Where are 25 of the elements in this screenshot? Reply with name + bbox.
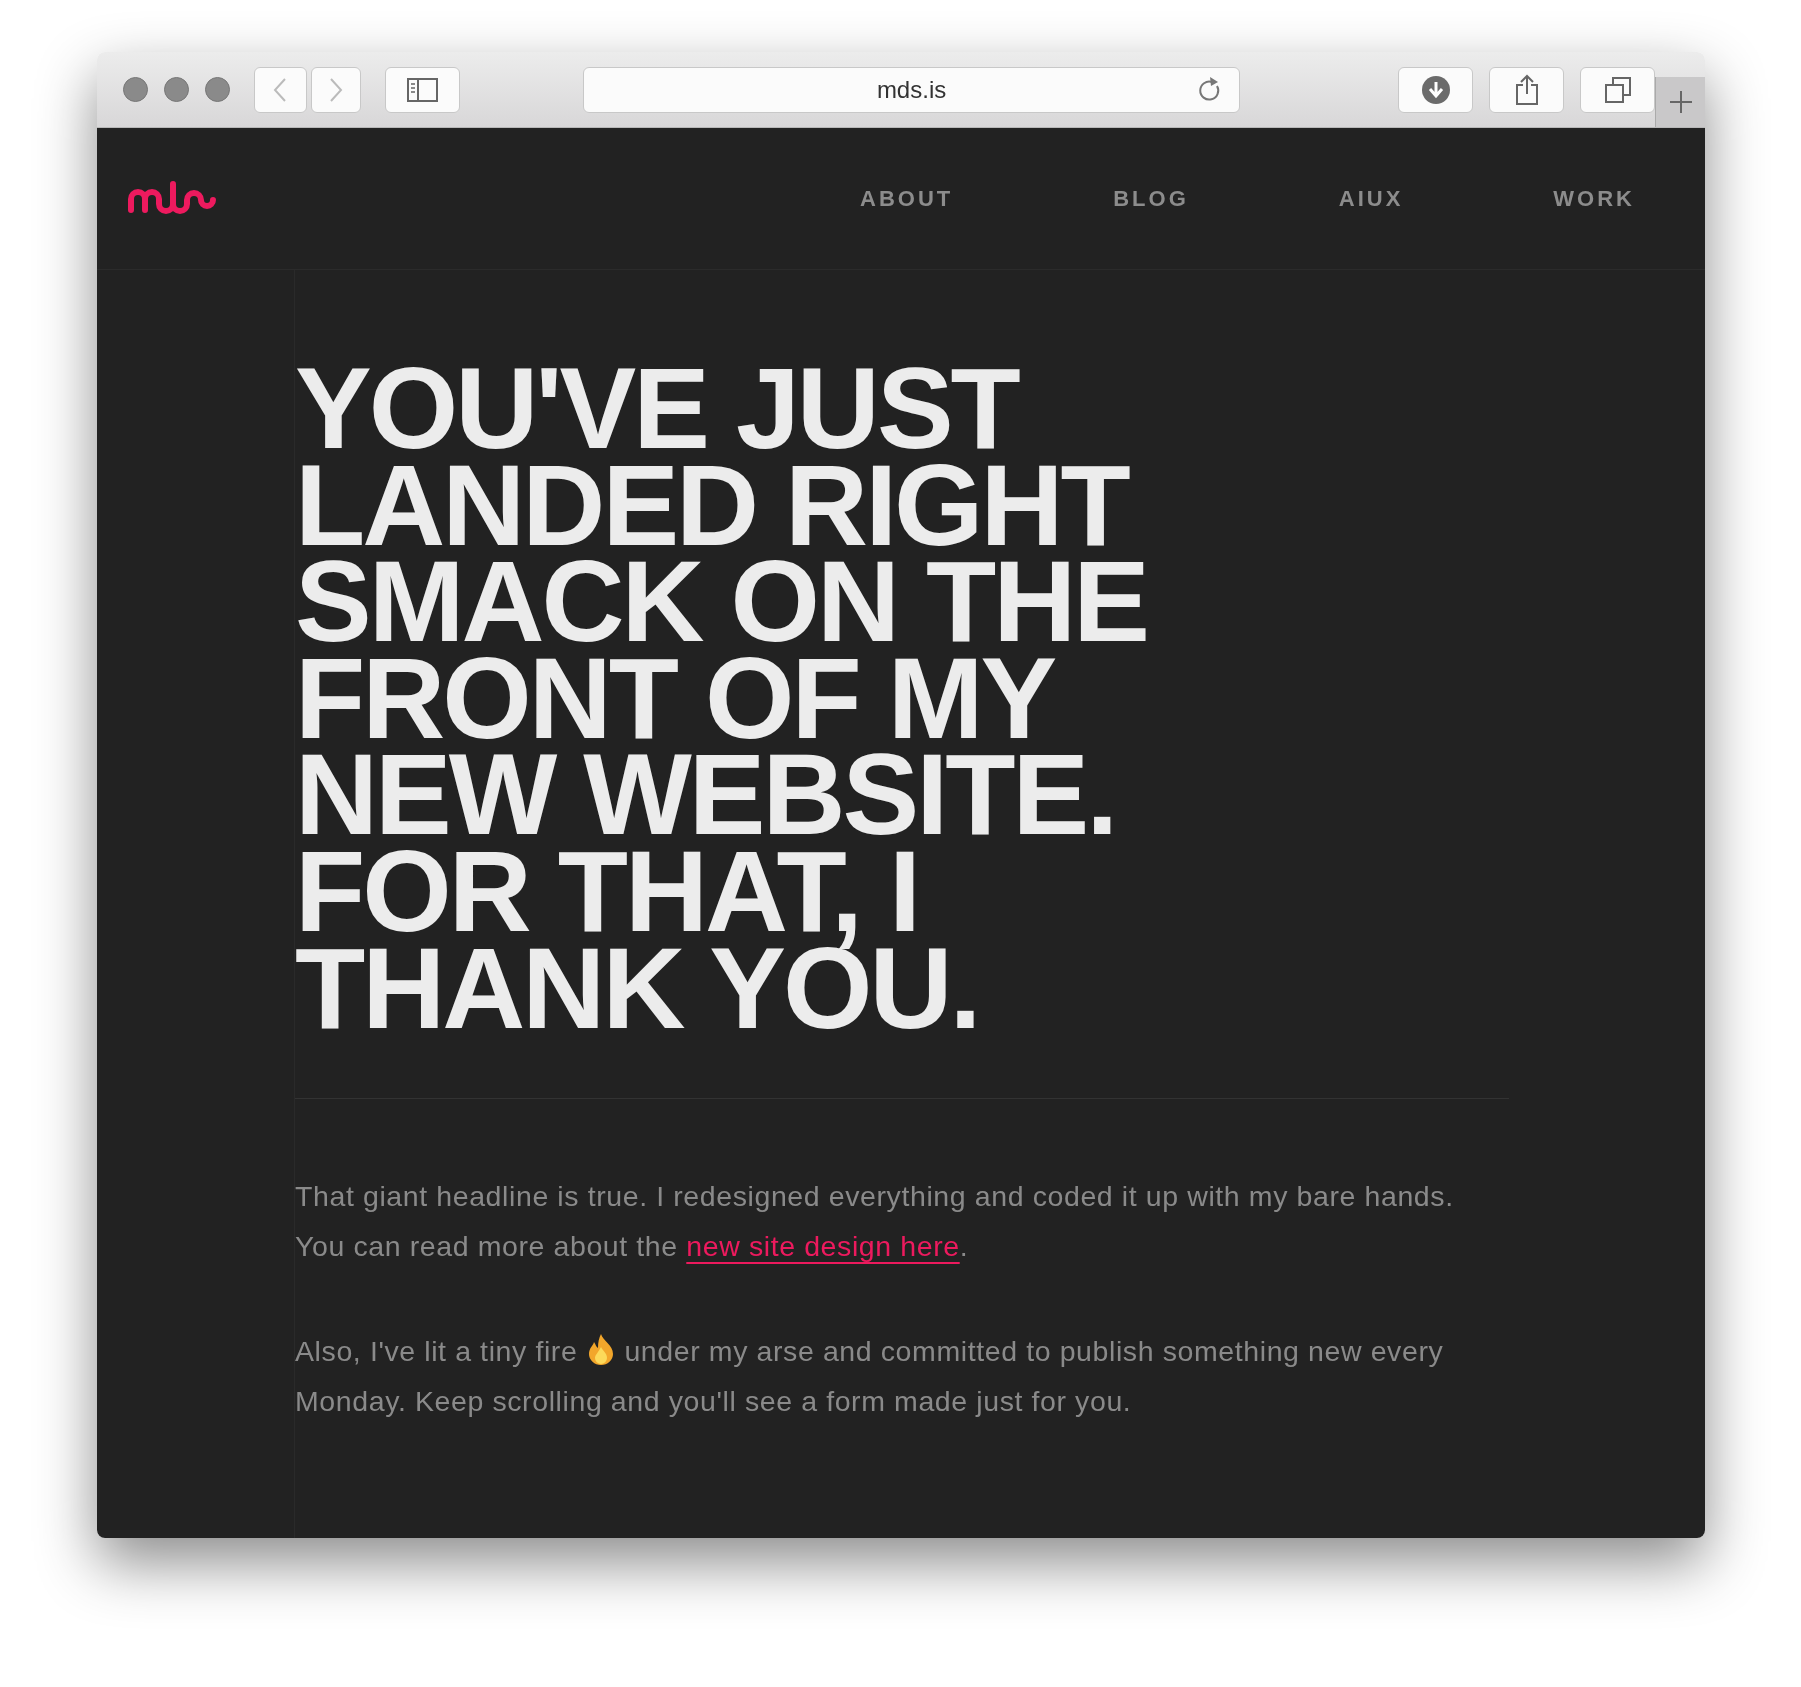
close-window-button[interactable] <box>123 77 148 102</box>
nav-link[interactable]: AIUX <box>1338 182 1404 215</box>
share-icon <box>1514 73 1539 106</box>
download-icon <box>1421 75 1450 104</box>
new-tab-button[interactable] <box>1655 77 1705 127</box>
minimize-window-button[interactable] <box>164 77 189 102</box>
downloads-button[interactable] <box>1398 66 1474 113</box>
link[interactable]: new site design here <box>686 1230 960 1263</box>
zoom-window-button[interactable] <box>205 77 230 102</box>
sidebar-icon <box>406 77 438 102</box>
headline: YOU'VE JUST LANDED RIGHT SMACK ON THE FRONT OF MY NEW WEBSITE. FOR THAT, I THANK YOU. <box>295 360 1149 1037</box>
nav-link[interactable]: WORK <box>1553 182 1635 215</box>
nav-link[interactable]: ABOUT <box>860 182 954 215</box>
tabs-button[interactable] <box>1580 66 1656 113</box>
plus-icon <box>1669 91 1692 113</box>
tabs-icon <box>1604 76 1631 103</box>
share-button[interactable] <box>1489 66 1565 113</box>
back-icon <box>273 76 288 103</box>
address-bar[interactable]: mds.is <box>582 66 1241 113</box>
address-text: mds.is <box>876 74 947 105</box>
forward-icon <box>328 76 343 103</box>
nav-link[interactable]: BLOG <box>1113 182 1189 215</box>
sidebar-button[interactable] <box>384 66 460 113</box>
body-paragraph: That giant headline is true. I redesigned everything and coded it up with my bare hands. You can read more about the new site design here. <box>295 1179 1455 1265</box>
body-paragraph: Also, I've lit a tiny fire under my arse and committed to publish something new every Monday. Keep scrolling and you'll see a form made just for you. <box>295 1332 1445 1420</box>
